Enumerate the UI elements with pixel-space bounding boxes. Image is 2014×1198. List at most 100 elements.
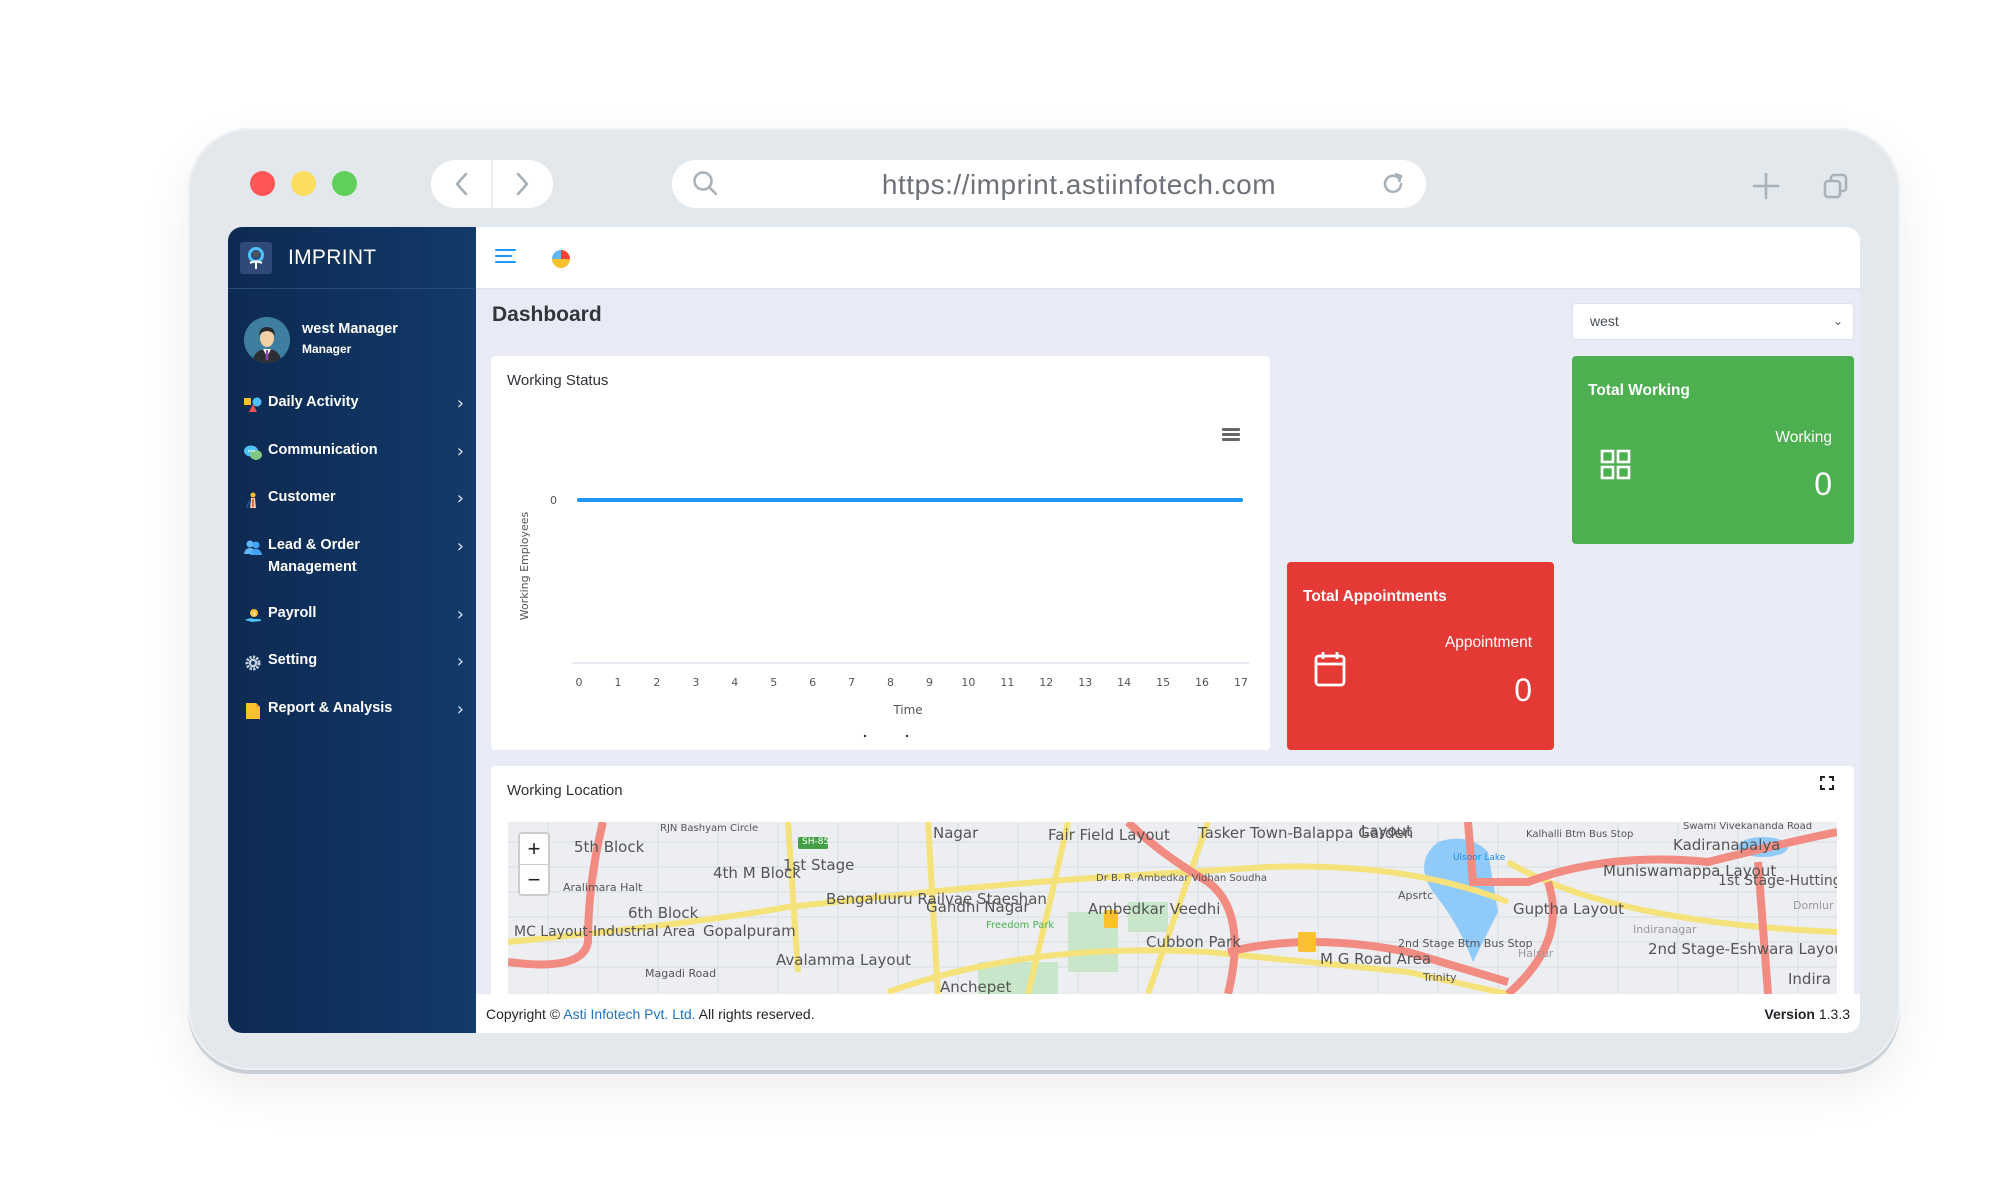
app-frame: IMPRINT west Manager Manager Daily Activ… [228,227,1860,1033]
sidebar-item-payroll[interactable]: $ Payroll › [228,602,476,650]
new-tab-plus-icon[interactable] [1752,172,1780,200]
total-appointments-title: Total Appointments [1303,588,1447,605]
sidebar-item-label: Payroll [268,604,317,621]
tabs-copy-icon[interactable] [1822,172,1850,200]
x-tick-label: 2 [653,676,660,689]
fullscreen-icon[interactable] [1820,776,1834,790]
data-point[interactable] [888,498,893,502]
pie-chart-icon[interactable] [552,250,570,268]
sidebar-item-report-analysis[interactable]: Report & Analysis › [228,697,476,745]
x-tick-label: 17 [1234,676,1248,689]
map-label: Swami Vivekananda Road [1683,822,1813,832]
data-point[interactable] [615,498,620,502]
sidebar-item-label: Customer [268,489,336,505]
region-select[interactable]: west ⌄ [1572,303,1854,340]
address-bar[interactable]: https://imprint.astiinfotech.com [672,160,1426,208]
x-tick-label: 1 [614,676,621,689]
map-label: Layout [1361,822,1412,840]
chevron-down-icon: ⌄ [1832,314,1843,328]
zoom-in-button[interactable]: + [520,834,548,864]
map-label: Fair Field Layout [1048,826,1170,844]
sidebar-item-daily-activity[interactable]: Daily Activity › [228,391,476,439]
sidebar-item-customer[interactable]: Customer › [228,486,476,534]
map-label: Gandhi Nagar [926,898,1030,916]
sidebar-item-lead-order-management[interactable]: Lead & Order Management › [228,534,476,602]
minimize-window-button[interactable] [291,171,316,196]
location-map[interactable]: + − 5th Block RJN Bashyam Circle 1st Sta… [508,822,1837,994]
url-text[interactable]: https://imprint.astiinfotech.com [832,169,1326,201]
x-tick-label: 5 [770,676,777,689]
chevron-right-icon: › [456,393,464,414]
menu-toggle-icon[interactable] [495,249,516,265]
data-point[interactable] [1200,498,1205,502]
total-appointments-value: 0 [1514,672,1532,708]
data-point[interactable] [577,498,581,502]
map-label: Dr B. R. Ambedkar Vidhan Soudha [1096,873,1267,884]
data-point[interactable] [732,498,737,502]
working-location-title: Working Location [507,782,623,799]
x-tick-label: 4 [731,676,738,689]
data-point[interactable] [1005,498,1010,502]
close-window-button[interactable] [250,171,275,196]
user-avatar [244,317,290,363]
data-point[interactable] [1239,498,1243,502]
map-label: Domlur Layout [1793,899,1837,912]
payroll-icon: $ [245,608,261,622]
sidebar-item-label: Communication [268,441,378,458]
map-label: 2nd Stage Btm Bus Stop [1398,937,1533,950]
zoom-out-button[interactable]: − [520,864,548,894]
data-point[interactable] [966,498,971,502]
imprint-logo-icon [240,241,272,274]
chevron-left-icon [455,172,468,196]
working-status-card: Working Status Working Employees Time 01… [491,356,1270,750]
sidebar: IMPRINT west Manager Manager Daily Activ… [228,227,476,1033]
data-point[interactable] [1083,498,1088,502]
maximize-window-button[interactable] [332,171,357,196]
data-point[interactable] [927,498,932,502]
data-point[interactable] [810,498,815,502]
data-point[interactable] [1122,498,1127,502]
x-tick-label: 3 [692,676,699,689]
history-nav [431,160,553,208]
total-working-value: 0 [1814,466,1832,502]
x-tick-label: 13 [1078,676,1092,689]
copyright-suffix: All rights reserved. [698,1006,815,1022]
back-button[interactable] [431,160,491,208]
chevron-right-icon: › [456,603,464,625]
sidebar-item-label: Daily Activity [268,394,359,410]
data-point[interactable] [654,498,659,502]
legend-dot [905,734,909,738]
company-link[interactable]: Asti Infotech Pvt. Ltd. [563,1006,695,1022]
working-location-card: Working Location + − 5th Block RJN Bashy… [491,766,1854,994]
data-point[interactable] [1044,498,1049,502]
version-label: Version [1764,1006,1815,1022]
legend-dot [863,734,867,738]
topbar: 64 [476,227,1860,288]
data-point[interactable] [693,498,698,502]
map-label: Ambedkar Veedhi [1088,900,1221,918]
x-tick-label: 0 [576,676,583,689]
y-axis-label: Working Employees [518,511,531,620]
sidebar-item-setting[interactable]: Setting › [228,649,476,697]
map-label: Indira [1788,970,1831,988]
total-appointments-label: Appointment [1444,634,1532,651]
sidebar-menu: Daily Activity › Communication › Custome… [228,391,476,744]
data-point[interactable] [849,498,854,502]
daily-activity-icon [244,397,262,412]
forward-button[interactable] [491,160,553,208]
map-label: Cubbon Park [1146,933,1241,951]
map-label: Anchepet [940,978,1012,994]
total-working-card[interactable]: Total Working Working 0 [1572,356,1854,544]
reload-icon[interactable] [1380,171,1406,197]
data-point[interactable] [1161,498,1166,502]
x-tick-label: 7 [848,676,855,689]
map-label: M G Road Area [1320,950,1432,968]
y-tick-label: 0 [550,494,557,507]
total-appointments-card[interactable]: Total Appointments Appointment 0 [1287,562,1554,750]
sidebar-item-communication[interactable]: Communication › [228,439,476,487]
data-point[interactable] [771,498,776,502]
user-profile[interactable]: west Manager Manager [228,289,476,375]
working-status-chart: Working Employees Time 0 1 2 3 4 5 6 7 8 9 10 11 12 1… [518,494,1249,738]
brand[interactable]: IMPRINT [228,227,476,289]
map-label: Halsur [1518,947,1554,960]
